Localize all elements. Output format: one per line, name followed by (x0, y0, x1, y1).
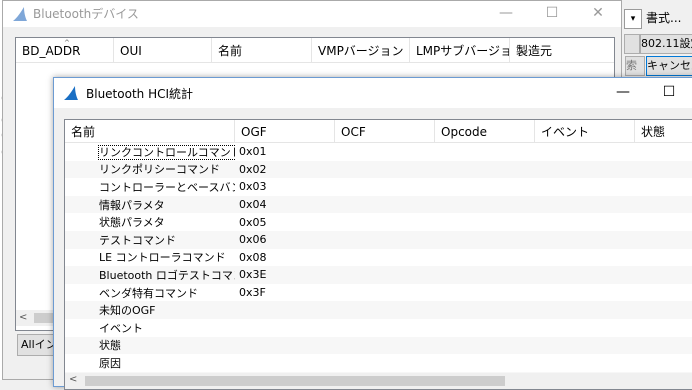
row-name: 情報パラメタ (65, 197, 235, 213)
row-name-text: LE コントローラコマンド (99, 251, 226, 265)
maximize-icon[interactable]: ☐ (646, 78, 692, 108)
table-row[interactable]: Bluetooth ロゴテストコマンド 0x3E (65, 266, 692, 284)
table-row[interactable]: リンクコントロールコマンド 0x01 (65, 143, 692, 161)
table-row[interactable]: 未知のOGF (65, 301, 692, 319)
search-button[interactable]: 索 (625, 56, 645, 76)
table-row[interactable]: 状態 (65, 336, 692, 355)
row-name: 原因 (65, 355, 235, 371)
row-name-text: コントローラーとベースバンドコマンド (99, 180, 235, 194)
table-row[interactable]: 情報パラメタ 0x04 (65, 195, 692, 214)
table-row[interactable]: コントローラーとベースバンドコマンド 0x03 (65, 178, 692, 196)
row-name-text: リンクポリシーコマンド (99, 163, 220, 177)
row-ogf: 0x01 (239, 145, 267, 159)
row-name-text: Bluetooth ロゴテストコマンド (99, 268, 235, 282)
row-name-text: イベント (99, 321, 143, 335)
row-name: リンクコントロールコマンド (65, 144, 235, 160)
title-bar[interactable]: Bluetoothデバイス — ☐ ✕ (3, 1, 621, 27)
column-header[interactable]: LMPサブバージョン (410, 38, 510, 62)
horizontal-scrollbar[interactable]: < (65, 373, 692, 389)
scroll-left-icon[interactable]: < (19, 312, 27, 323)
table-row[interactable]: テストコマンド 0x06 (65, 230, 692, 249)
row-ogf: 0x05 (239, 215, 267, 229)
row-ogf: 0x03 (239, 180, 267, 194)
format-button[interactable]: 書式... (646, 8, 681, 28)
background-combo[interactable]: ▾ (624, 9, 642, 29)
column-header[interactable]: 名前 (212, 38, 312, 62)
bluetooth-hci-stats-window: Bluetooth HCI統計 — ☐ 名前 OGF OCF Opcode イベ… (53, 77, 692, 390)
table-row[interactable]: 状態パラメタ 0x05 (65, 213, 692, 231)
title-bar[interactable]: Bluetooth HCI統計 — ☐ (54, 78, 692, 108)
row-ogf: 0x3F (239, 286, 266, 300)
row-name: テストコマンド (65, 232, 235, 248)
row-ogf: 0x08 (239, 250, 267, 264)
column-header[interactable]: イベント (535, 120, 635, 142)
row-name: コントローラーとベースバンドコマンド (65, 179, 235, 195)
background-button[interactable] (624, 34, 640, 54)
row-name: リンクポリシーコマンド (65, 161, 235, 177)
minimize-icon[interactable]: — (600, 78, 646, 108)
column-header[interactable]: 名前 (65, 120, 235, 142)
maximize-icon[interactable]: ☐ (529, 1, 575, 27)
table-row[interactable]: リンクポリシーコマンド 0x02 (65, 160, 692, 179)
row-ogf: 0x04 (239, 198, 267, 212)
table-row[interactable]: ベンダ特有コマンド 0x3F (65, 284, 692, 302)
row-name-text: ベンダ特有コマンド (99, 286, 198, 300)
minimize-icon[interactable]: — (483, 1, 529, 27)
row-name: 状態 (65, 337, 235, 353)
hci-stats-tree[interactable]: 名前 OGF OCF Opcode イベント 状態 リンクコントロールコマンド 0… (64, 119, 692, 390)
row-name: ベンダ特有コマンド (65, 285, 235, 301)
column-header[interactable]: 状態 (635, 120, 692, 142)
row-ogf: 0x06 (239, 233, 267, 247)
table-row[interactable]: 原因 (65, 354, 692, 372)
row-name-text: 情報パラメタ (99, 198, 165, 212)
hci-stats-header: 名前 OGF OCF Opcode イベント 状態 (65, 120, 692, 143)
column-header[interactable]: 製造元 (510, 38, 614, 62)
window-title: Bluetooth HCI統計 (86, 87, 194, 101)
row-name-text: 未知のOGF (99, 304, 156, 318)
table-row[interactable]: LE コントローラコマンド 0x08 (65, 249, 692, 267)
row-name-text: 原因 (99, 356, 121, 370)
table-row[interactable]: イベント (65, 319, 692, 337)
close-icon[interactable]: ✕ (575, 1, 621, 27)
shark-fin-icon (13, 7, 27, 21)
row-name: LE コントローラコマンド (65, 249, 235, 265)
column-header[interactable]: VMPバージョン (312, 38, 410, 62)
row-name-text: テストコマンド (99, 233, 176, 247)
devices-list-header: BD_ADDR OUI 名前 VMPバージョン LMPサブバージョン 製造元 (16, 38, 614, 63)
row-name: イベント (65, 320, 235, 336)
column-header[interactable]: OUI (114, 38, 212, 62)
row-name-text: 状態 (99, 339, 121, 353)
row-name-text: リンクコントロールコマンド (98, 144, 235, 160)
column-header[interactable]: OCF (335, 120, 435, 142)
80211-settings-button[interactable]: 802.11設定 (640, 34, 692, 54)
column-header[interactable]: OGF (235, 120, 335, 142)
sort-up-icon: ^ (64, 39, 70, 47)
row-ogf: 0x3E (239, 268, 267, 282)
row-name: 状態パラメタ (65, 214, 235, 230)
shark-fin-icon (64, 86, 78, 100)
cancel-button[interactable]: キャンセル (646, 56, 692, 76)
column-header[interactable]: Opcode (435, 120, 535, 142)
horizontal-scrollbar[interactable]: < (16, 310, 56, 326)
row-name-text: 状態パラメタ (99, 216, 165, 230)
row-ogf: 0x02 (239, 162, 267, 176)
hci-stats-rows: リンクコントロールコマンド 0x01 リンクポリシーコマンド 0x02 コントローラーと… (65, 143, 692, 389)
row-name: Bluetooth ロゴテストコマンド (65, 267, 235, 283)
row-name: 未知のOGF (65, 302, 235, 318)
window-title: Bluetoothデバイス (33, 7, 139, 21)
scroll-thumb[interactable] (85, 376, 505, 386)
